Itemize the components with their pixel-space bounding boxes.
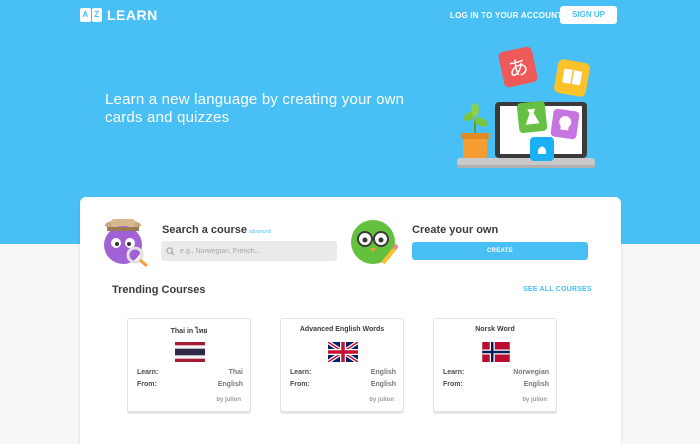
- skull-card-icon: [550, 108, 580, 140]
- signup-button[interactable]: SIGN UP: [560, 6, 617, 24]
- hero-headline: Learn a new language by creating your ow…: [105, 91, 405, 126]
- trending-courses-title: Trending Courses: [112, 284, 206, 296]
- search-icon: [166, 246, 175, 256]
- thailand-flag-icon: [175, 342, 205, 362]
- course-card-thai[interactable]: Thai in ไทย Learn: Thai From: English by…: [127, 318, 251, 412]
- hero-illustration: あ: [457, 46, 595, 168]
- blue-card-icon: [530, 137, 554, 161]
- course-title: Advanced English Words: [299, 326, 385, 333]
- logo-text: LEARN: [107, 7, 158, 23]
- logo[interactable]: A Z LEARN: [80, 7, 158, 23]
- uk-flag-icon: [328, 342, 358, 362]
- advanced-search-link[interactable]: advanced: [249, 229, 271, 235]
- see-all-courses-link[interactable]: SEE ALL COURSES: [523, 286, 592, 293]
- course-from-row: From: English: [137, 381, 243, 388]
- course-author: by julion: [522, 397, 547, 403]
- course-learn-row: Learn: English: [290, 369, 396, 376]
- course-learn-row: Learn: Norwegian: [443, 369, 549, 376]
- search-placeholder: e.g., Norwegian, French...: [180, 247, 261, 255]
- detective-owl-icon: [104, 219, 148, 267]
- course-learn-row: Learn: Thai: [137, 369, 243, 376]
- hiragana-card-icon: あ: [498, 46, 538, 88]
- course-card-english[interactable]: Advanced English Words Learn: English Fr…: [280, 318, 404, 412]
- course-title: Norsk Word: [475, 326, 515, 333]
- search-course-title: Search a course: [162, 224, 247, 236]
- create-button[interactable]: CREATE: [412, 242, 588, 260]
- course-title: Thai in ไทย: [170, 328, 208, 335]
- create-your-own-title: Create your own: [412, 224, 499, 236]
- logo-letter-a: A: [80, 8, 91, 22]
- search-input[interactable]: e.g., Norwegian, French...: [161, 241, 337, 261]
- course-from-row: From: English: [290, 381, 396, 388]
- logo-letter-z: Z: [91, 8, 102, 22]
- laptop-base: [457, 158, 595, 166]
- course-card-norwegian[interactable]: Norsk Word Learn: Norwegian From: Englis…: [433, 318, 557, 412]
- flask-card-icon: [516, 101, 548, 133]
- owl-with-glasses-icon: [351, 220, 399, 265]
- norway-flag-icon: [482, 342, 510, 362]
- course-from-row: From: English: [443, 381, 549, 388]
- logo-icon: A Z: [80, 8, 102, 22]
- plant-pot: [463, 136, 487, 158]
- course-author: by julion: [369, 397, 394, 403]
- login-link[interactable]: LOG IN TO YOUR ACCOUNT: [450, 11, 562, 20]
- book-card-icon: [554, 59, 590, 97]
- course-author: by julion: [216, 397, 241, 403]
- top-navigation: A Z LEARN LOG IN TO YOUR ACCOUNT SIGN UP: [0, 0, 700, 30]
